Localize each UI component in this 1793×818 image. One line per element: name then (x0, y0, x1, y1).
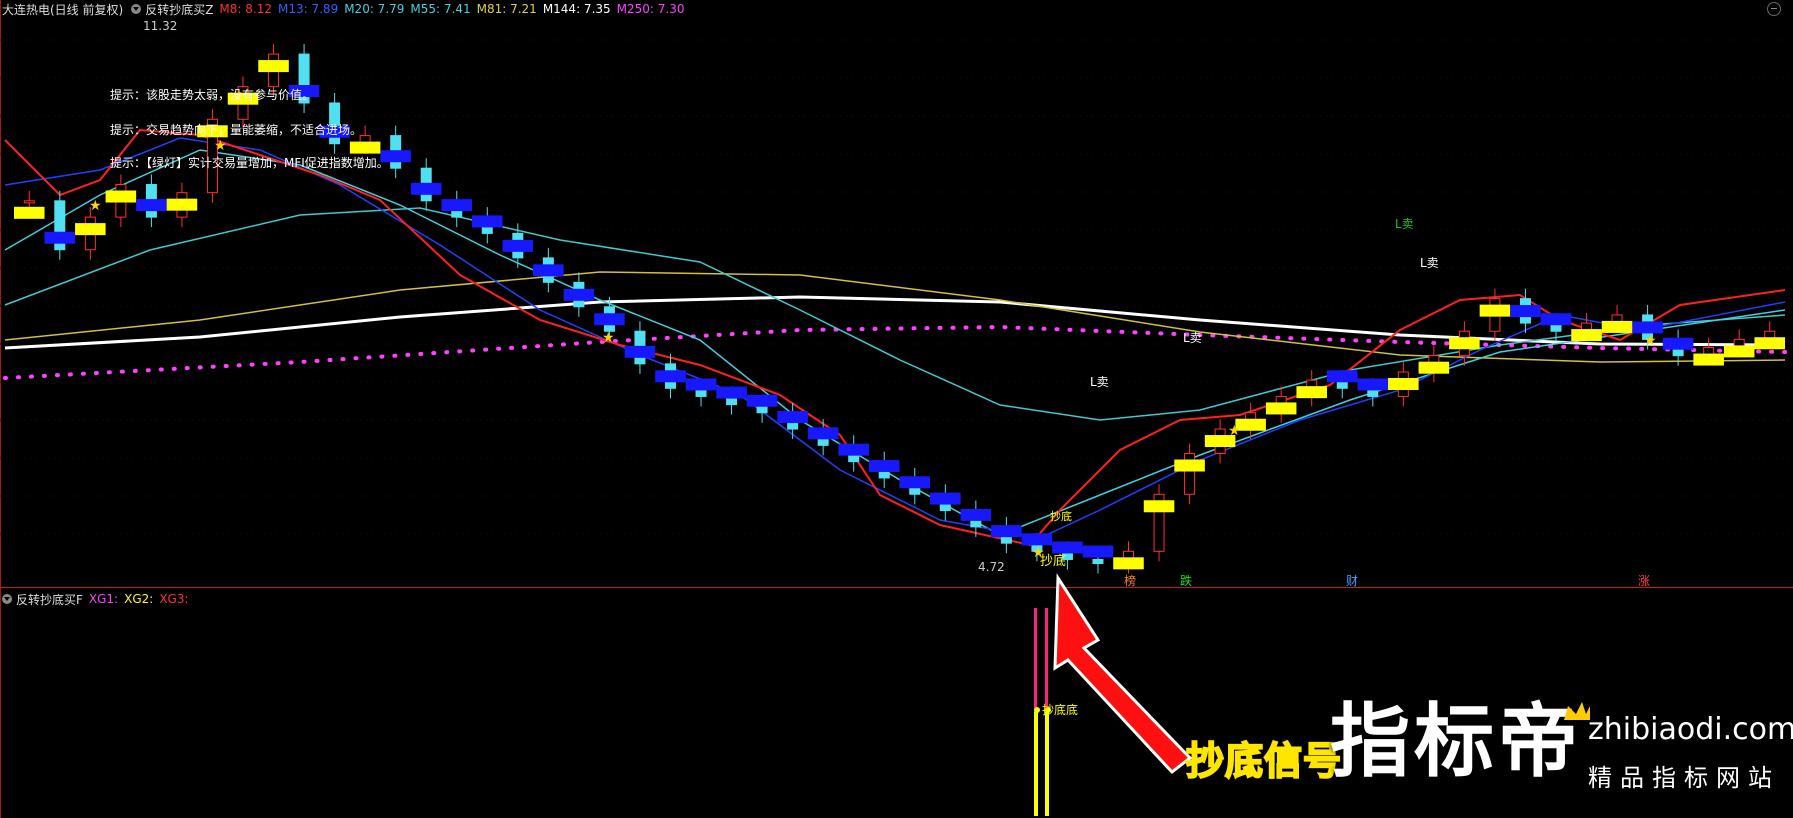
star-marker: ★ (1228, 423, 1241, 439)
trend-ribbon-block (1723, 345, 1755, 358)
trend-ribbon-block (441, 199, 473, 212)
trend-ribbon-block (1052, 541, 1083, 554)
marker-bang: 榜 (1124, 573, 1136, 588)
trend-ribbon-block (75, 223, 106, 236)
trend-ribbon-block (930, 492, 961, 505)
trend-ribbon-block (1540, 313, 1572, 326)
trend-ribbon-block (655, 370, 686, 383)
trend-ribbon-block (472, 215, 503, 228)
tip-2: 提示：交易趋势向下，量能萎缩，不适合进场。 (110, 123, 363, 137)
sell-label: L卖 (1090, 375, 1109, 389)
trend-ribbon-block (105, 190, 137, 203)
trend-ribbon-block (1143, 500, 1175, 513)
trend-ribbon-block (1388, 377, 1419, 390)
trend-ribbon-block (899, 476, 931, 489)
trend-ribbon-block (1082, 545, 1114, 558)
candle (23, 200, 35, 204)
chaodi-label: 抄底 (1040, 553, 1066, 569)
sell-label-green: L卖 (1395, 217, 1414, 231)
high-price-label: 11.32 (143, 19, 177, 33)
trend-ribbon-block (1326, 370, 1358, 383)
trend-ribbon-block (533, 264, 564, 277)
trend-ribbon-block (1418, 361, 1450, 374)
star-marker: ★ (1644, 333, 1657, 349)
trend-ribbon-block (502, 239, 534, 252)
trend-ribbon-block (807, 427, 839, 440)
trend-ribbon-block (136, 199, 167, 212)
trend-ribbon-block (1632, 321, 1663, 334)
trend-ribbon-block (838, 443, 869, 456)
signal-caption: 抄底信号 (1185, 738, 1343, 784)
crown-icon (1564, 702, 1590, 720)
star-marker: ★ (89, 198, 102, 214)
chaodi-label-2: 抄底 (1050, 509, 1072, 523)
trend-ribbon-block (1357, 378, 1389, 391)
trend-ribbon-block (1449, 337, 1480, 350)
trend-ribbon-block (1601, 320, 1633, 333)
trend-ribbon-block (1174, 459, 1205, 472)
trend-ribbon-block (258, 60, 289, 73)
trend-ribbon-block (594, 313, 625, 326)
sell-label: L卖 (1183, 331, 1202, 345)
trend-ribbon-block (563, 288, 595, 301)
m144-line (4, 295, 1786, 350)
trend-ribbon-block (1693, 353, 1724, 366)
trend-ribbon-block (44, 231, 76, 244)
tip-1: 提示：该股走势太弱，没有参与价值。 (110, 88, 315, 102)
candle (1092, 558, 1104, 565)
star-marker: ★ (602, 330, 615, 346)
brand-site: zhibiaodi.com (1588, 712, 1793, 747)
trend-ribbon-block (868, 459, 900, 472)
signal-dot (1034, 707, 1040, 713)
trend-ribbon-block (1571, 329, 1602, 342)
trend-ribbon-block (1754, 337, 1785, 350)
low-price-label: 4.72 (978, 560, 1005, 574)
trend-ribbon-block (624, 345, 656, 358)
m250-line (3, 324, 1787, 380)
trend-ribbon-block (777, 411, 808, 424)
trend-ribbon-block (1662, 337, 1694, 350)
trend-ribbon-block (1265, 402, 1297, 415)
sub-chaodi-label: 抄底底 (1042, 702, 1078, 717)
sell-label: L卖 (1420, 256, 1439, 270)
trend-ribbon-block (14, 206, 45, 219)
xg-bar-yellow (1045, 712, 1049, 816)
trend-ribbon-block (1113, 557, 1144, 570)
m13-line (4, 137, 1786, 539)
trend-ribbon-block (685, 378, 717, 391)
main-chart-panel[interactable]: 大连热电(日线 前复权) 反转抄底买Z M8: 8.12 M13: 7.89 M… (0, 0, 1793, 588)
trend-ribbon-block (1021, 533, 1053, 546)
trend-ribbon-block (960, 508, 992, 521)
xg-bar-yellow (1034, 712, 1038, 816)
brand-logo-text: 指标帝 (1330, 695, 1582, 788)
trend-ribbon-block (1296, 386, 1327, 399)
tip-3: 提示：【绿灯】实计交易量增加，MFI促进指数增加。 (110, 156, 389, 170)
trend-ribbon-block (716, 386, 747, 399)
trend-ribbon-block (410, 182, 442, 195)
marker-die: 跌 (1180, 573, 1192, 588)
trend-ribbon-block (746, 394, 778, 407)
star-marker: ★ (214, 138, 227, 154)
trend-ribbon-block (1479, 304, 1511, 317)
brand-slogan: 精品指标网站 (1588, 764, 1780, 792)
marker-cai: 财 (1346, 574, 1358, 588)
trend-ribbon-block (166, 198, 198, 211)
marker-zhang: 涨 (1638, 573, 1650, 588)
trend-ribbon-block (1510, 305, 1541, 318)
trend-ribbon-block (349, 141, 381, 154)
trend-ribbon-block (991, 525, 1022, 538)
